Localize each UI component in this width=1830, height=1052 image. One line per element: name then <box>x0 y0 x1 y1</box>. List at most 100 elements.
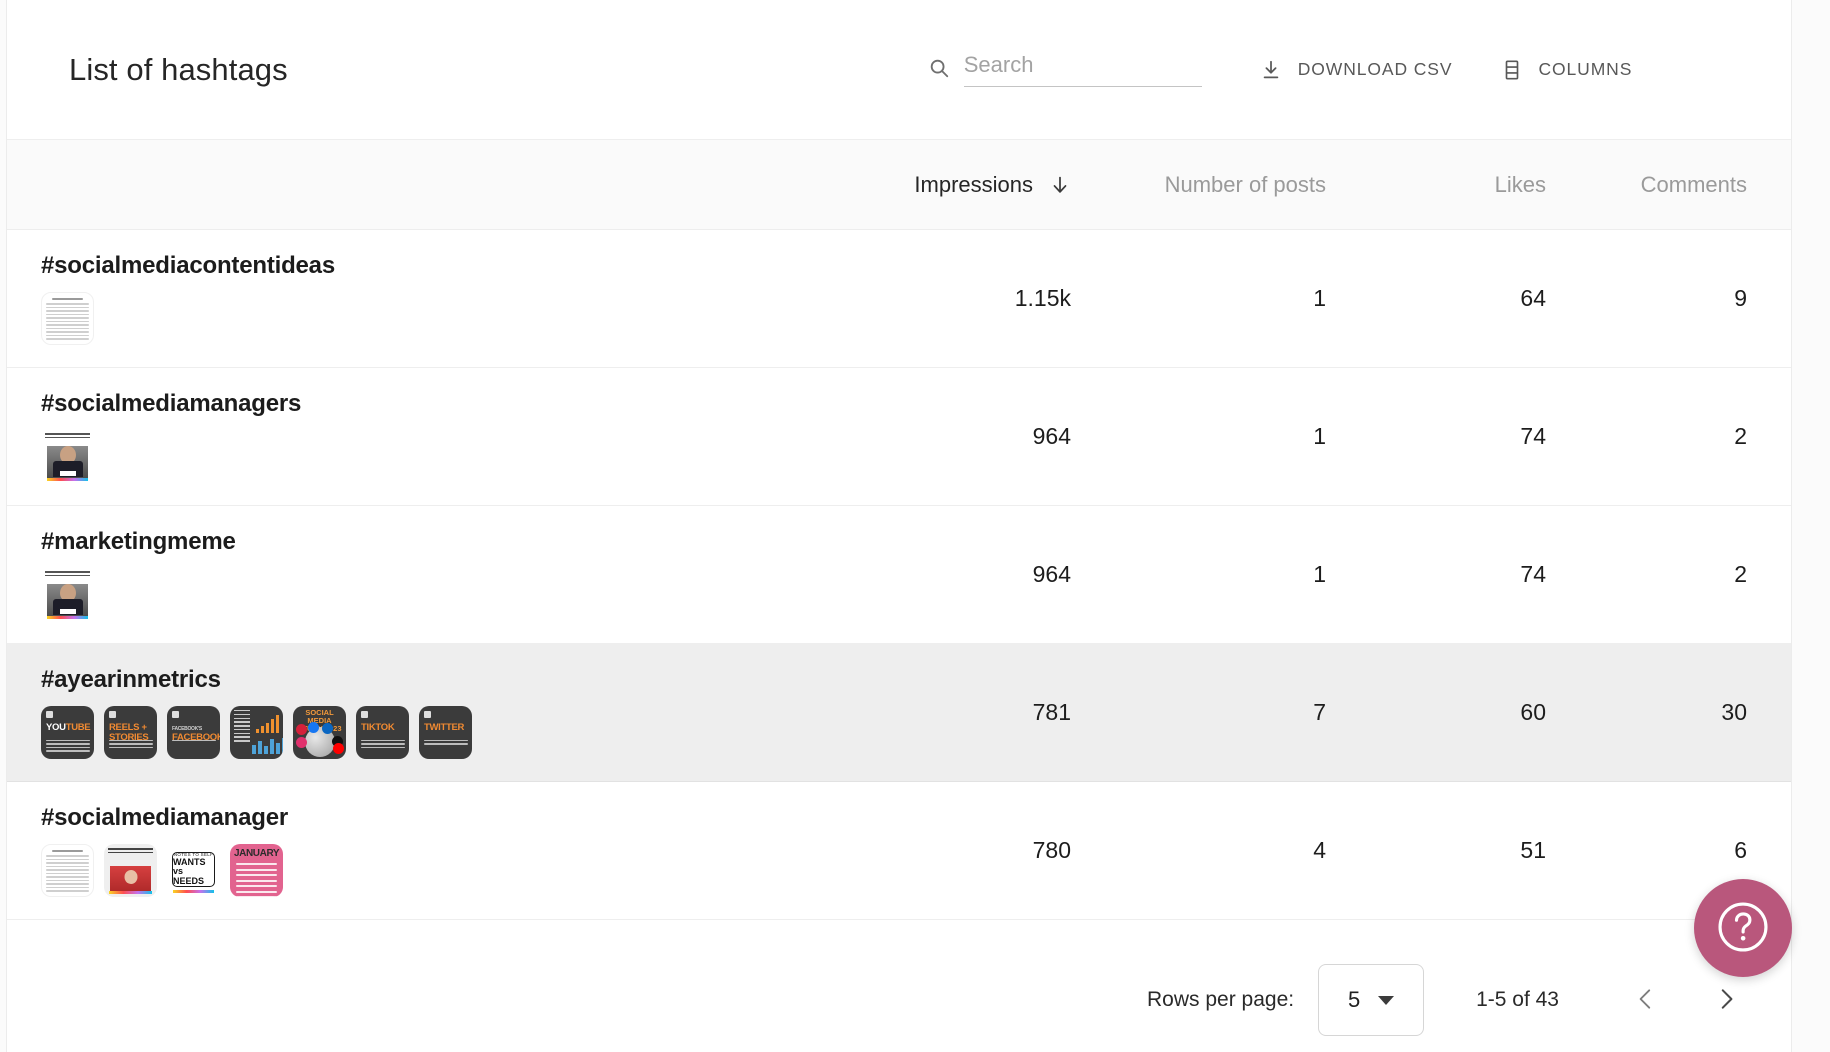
thumbnail-strip: NOTES TO SELF WANTS vs NEEDS JANUARY <box>41 844 842 897</box>
rows-per-page-select[interactable]: 5 <box>1318 964 1425 1036</box>
thumbnail[interactable] <box>41 292 94 345</box>
hashtag-name: #marketingmeme <box>41 528 236 555</box>
table-row[interactable]: #socialmediacontentideas 1.15k 1 64 9 <box>7 230 1791 368</box>
thumbnail[interactable] <box>104 844 157 897</box>
page-title: List of hashtags <box>69 51 288 87</box>
column-header-posts[interactable]: Number of posts <box>1097 140 1352 230</box>
table-header-row: Impressions Number of posts Likes Commen… <box>7 139 1791 230</box>
column-header-likes[interactable]: Likes <box>1352 140 1572 230</box>
columns-label: COLUMNS <box>1538 59 1633 79</box>
hashtag-cell[interactable]: #socialmediamanager NOTES TO SELF WANTS vs … <box>7 782 842 920</box>
download-csv-button[interactable]: DOWNLOAD CSV <box>1250 51 1463 89</box>
search-input[interactable] <box>963 52 1202 87</box>
table-toolbar: List of hashtags Search DOWNLOAD CSV COL… <box>7 0 1791 139</box>
table-row[interactable]: #marketingmeme 964 1 74 2 <box>7 506 1791 644</box>
download-csv-label: DOWNLOAD CSV <box>1297 59 1453 79</box>
thumbnail[interactable]: NOTES TO SELF WANTS vs NEEDS <box>167 844 220 897</box>
columns-icon <box>1502 59 1522 81</box>
columns-button[interactable]: COLUMNS <box>1492 51 1642 89</box>
thumbnail-subtext <box>46 740 90 754</box>
hashtag-cell[interactable]: #socialmediamanagers <box>7 368 842 506</box>
impressions-cell: 781 <box>1032 699 1071 725</box>
thumbnail-strip <box>41 568 842 621</box>
logo-mark-icon <box>46 711 53 718</box>
pagination-range-label: 1-5 of 43 <box>1476 988 1559 1011</box>
thumbnail-subtext <box>361 740 405 750</box>
table-footer: Rows per page: 5 1-5 of 43 <box>7 948 1791 1052</box>
thumbnail-subtext <box>172 740 216 743</box>
likes-cell: 60 <box>1520 699 1546 725</box>
thumbnail-document-lines <box>42 845 93 896</box>
likes-cell: 64 <box>1520 285 1546 311</box>
posts-cell: 7 <box>1313 699 1326 725</box>
thumbnail[interactable]: REELS + STORIES <box>104 706 157 759</box>
column-header-name[interactable] <box>7 140 842 230</box>
table-row[interactable]: #socialmediamanager NOTES TO SELF WANTS vs … <box>7 782 1791 920</box>
logo-mark-icon <box>172 711 179 718</box>
likes-cell: 51 <box>1520 837 1546 863</box>
previous-page-button[interactable] <box>1617 971 1675 1029</box>
comments-cell: 9 <box>1734 285 1747 311</box>
thumbnail-title: TIKTOK <box>361 722 395 733</box>
thumbnail[interactable]: Facebook'sFACEBOOK'S <box>167 706 220 759</box>
thumbnail-title: NOTES TO SELF WANTS vs NEEDS <box>172 851 215 887</box>
thumbnail-document-lines <box>42 293 93 344</box>
thumbnail-subtext <box>424 740 468 747</box>
thumbnail[interactable] <box>41 430 94 483</box>
chevron-down-icon <box>1378 995 1395 1005</box>
thumbnail[interactable]: SOCIAL MEDIA STUDY 2023 <box>293 706 346 759</box>
search-icon <box>928 57 950 79</box>
arrow-downward-icon[interactable] <box>1049 174 1071 196</box>
impressions-cell: 964 <box>1032 423 1071 449</box>
comments-cell: 2 <box>1734 423 1747 449</box>
thumbnail[interactable]: YouTUBE <box>41 706 94 759</box>
hashtag-name: #socialmediacontentideas <box>41 252 335 279</box>
thumbnail[interactable]: JANUARY <box>230 844 283 897</box>
comments-cell: 30 <box>1721 699 1747 725</box>
likes-cell: 74 <box>1520 561 1546 587</box>
thumbnail[interactable]: TIKTOK <box>356 706 409 759</box>
table-row[interactable]: #socialmediamanagers 964 1 74 2 <box>7 368 1791 506</box>
thumbnail[interactable]: TWITTER <box>419 706 472 759</box>
hashtags-panel: List of hashtags Search DOWNLOAD CSV COL… <box>6 0 1792 1052</box>
next-page-button[interactable] <box>1697 971 1755 1029</box>
hashtag-name: #socialmediamanager <box>41 804 288 831</box>
table-row[interactable]: #ayearinmetrics YouTUBE REELS + STORIES Face… <box>7 643 1791 782</box>
posts-cell: 1 <box>1313 561 1326 587</box>
thumbnail-strip <box>41 292 842 345</box>
thumbnail-strip: YouTUBE REELS +STORIESFacebook'sFACEBOOK'… <box>41 706 842 759</box>
chevron-right-icon <box>1713 986 1739 1015</box>
logo-mark-icon <box>109 711 116 718</box>
thumbnail-subtext <box>109 740 153 750</box>
posts-cell: 1 <box>1313 423 1326 449</box>
impressions-cell: 964 <box>1032 561 1071 587</box>
column-header-impressions[interactable]: Impressions <box>842 140 1097 230</box>
hashtag-cell[interactable]: #marketingmeme <box>7 506 842 644</box>
download-icon <box>1260 59 1282 81</box>
help-button[interactable] <box>1694 879 1792 977</box>
thumbnail[interactable] <box>41 844 94 897</box>
app-root: List of hashtags Search DOWNLOAD CSV COL… <box>0 0 1830 1052</box>
thumbnail-title: YouTUBE <box>46 722 91 733</box>
thumbnail-title: TWITTER <box>424 722 465 733</box>
logo-mark-icon <box>361 711 368 718</box>
rows-per-page-label: Rows per page: <box>1147 988 1295 1011</box>
hashtag-name: #ayearinmetrics <box>41 666 221 693</box>
posts-cell: 1 <box>1313 285 1326 311</box>
hashtag-cell[interactable]: #ayearinmetrics YouTUBE REELS + STORIES Face… <box>7 644 842 782</box>
thumbnail-title: JANUARY <box>234 848 280 859</box>
help-circle-icon <box>1714 898 1772 959</box>
thumbnail[interactable] <box>41 568 94 621</box>
thumbnail[interactable] <box>230 706 283 759</box>
hashtag-name: #socialmediamanagers <box>41 390 302 417</box>
table-body: #socialmediacontentideas 1.15k 1 64 9 #social… <box>7 230 1791 920</box>
hashtags-table: Impressions Number of posts Likes Commen… <box>7 139 1791 920</box>
chevron-left-icon <box>1633 986 1659 1015</box>
posts-cell: 4 <box>1313 837 1326 863</box>
column-header-impressions-label: Impressions <box>914 171 1033 197</box>
search-field[interactable] <box>928 52 1202 87</box>
hashtag-cell[interactable]: #socialmediacontentideas <box>7 230 842 368</box>
impressions-cell: 1.15k <box>1014 285 1071 311</box>
column-header-comments[interactable]: Comments <box>1572 140 1791 230</box>
rows-per-page-value: 5 <box>1347 987 1361 1012</box>
